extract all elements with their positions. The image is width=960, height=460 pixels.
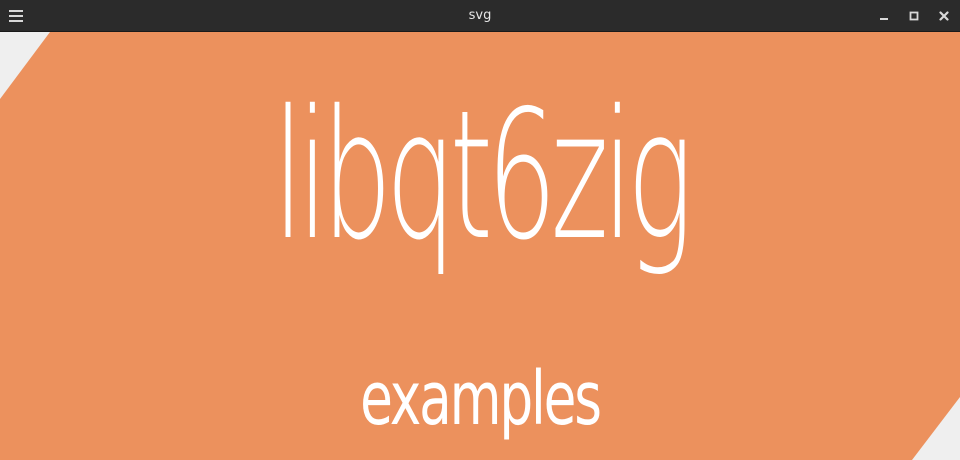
close-icon[interactable] [934,6,954,26]
svg-canvas: libqt6zig examples [0,32,960,460]
headline-text: libqt6zig [273,72,693,279]
window-title: svg [468,8,492,23]
maximize-icon[interactable] [904,6,924,26]
minimize-icon[interactable] [874,6,894,26]
hamburger-menu-icon[interactable] [6,6,26,26]
app-window: svg libqt6zig examples [0,0,960,460]
subline-text: examples [360,356,602,442]
title-bar: svg [0,0,960,32]
